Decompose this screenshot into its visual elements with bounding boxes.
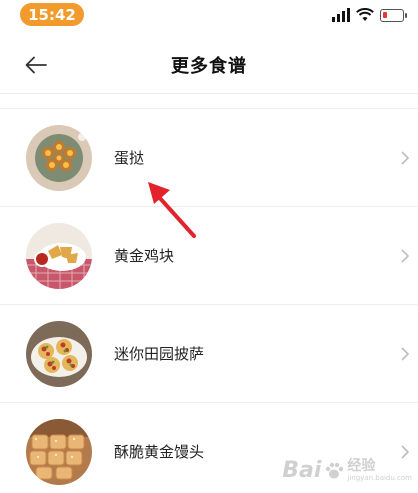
golden-buns-thumbnail [26, 419, 92, 485]
list-item-chicken-nuggets[interactable]: 黄金鸡块 [0, 206, 418, 304]
chicken-nuggets-thumbnail [26, 223, 92, 289]
status-icons [332, 6, 407, 24]
status-bar: 15:42 [0, 0, 418, 30]
page-title: 更多食谱 [171, 56, 247, 77]
cellular-signal-icon [332, 8, 350, 22]
chevron-right-icon [401, 151, 410, 165]
recipe-name: 蛋挞 [114, 149, 145, 167]
recipe-name: 黄金鸡块 [114, 247, 175, 265]
list-item-golden-buns[interactable]: 酥脆黄金馒头 [0, 402, 418, 493]
chevron-right-icon [401, 445, 410, 459]
battery-icon [380, 8, 407, 22]
recipe-name: 酥脆黄金馒头 [114, 443, 205, 461]
wifi-icon [356, 8, 374, 21]
egg-tart-thumbnail [26, 125, 92, 191]
recipe-list: 蛋挞 黄金鸡块 迷你田园披萨 酥脆黄金馒头 [0, 108, 418, 493]
recipe-name: 迷你田园披萨 [114, 345, 205, 363]
list-item-mini-pizza[interactable]: 迷你田园披萨 [0, 304, 418, 402]
mini-pizza-thumbnail [26, 321, 92, 387]
clock-time: 15:42 [20, 3, 84, 26]
page-header: 更多食谱 [0, 36, 418, 94]
list-item-egg-tart[interactable]: 蛋挞 [0, 108, 418, 206]
chevron-right-icon [401, 249, 410, 263]
chevron-right-icon [401, 347, 410, 361]
